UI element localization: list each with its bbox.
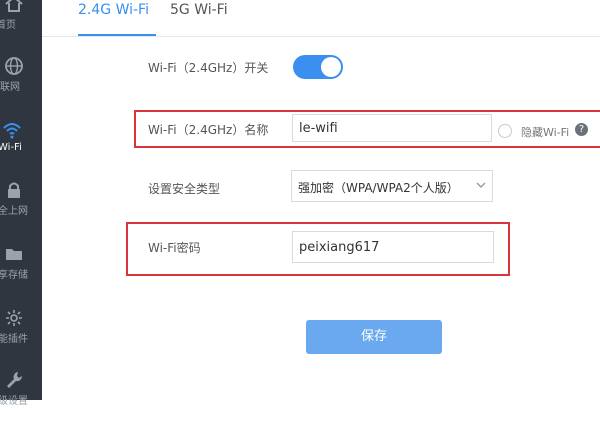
tab-bar: 2.4G Wi-Fi 5G Wi-Fi <box>42 0 600 37</box>
sidebar-item-label: 共享存储 <box>0 270 28 281</box>
security-type-label: 设置安全类型 <box>148 182 221 196</box>
wifi-switch-toggle[interactable] <box>293 55 343 79</box>
wifi-name-label: Wi-Fi（2.4GHz）名称 <box>148 123 269 137</box>
sidebar-item-internet[interactable]: 互联网 <box>0 48 42 108</box>
sidebar-item-label: 首页 <box>0 20 16 31</box>
sidebar-item-label: Wi-Fi <box>0 142 22 153</box>
wifi-password-label: Wi-Fi密码 <box>148 241 201 255</box>
sidebar-item-security[interactable]: 安全上网 <box>0 172 42 232</box>
tab-2g-wifi[interactable]: 2.4G Wi-Fi <box>78 2 149 18</box>
question-circle-icon[interactable]: ? <box>575 123 588 136</box>
folder-icon <box>6 249 22 260</box>
security-type-value: 强加密（WPA/WPA2个人版） <box>298 181 459 195</box>
active-tab-indicator <box>78 34 156 36</box>
hide-wifi-label: 隐藏Wi-Fi <box>521 126 570 139</box>
tab-5g-wifi[interactable]: 5G Wi-Fi <box>170 2 228 18</box>
sidebar-item-storage[interactable]: 共享存储 <box>0 236 42 296</box>
security-type-select[interactable]: 强加密（WPA/WPA2个人版） <box>291 170 493 202</box>
sidebar-item-wifi[interactable]: Wi-Fi <box>0 112 42 172</box>
save-button[interactable]: 保存 <box>306 320 442 354</box>
lock-icon <box>8 182 20 198</box>
globe-icon <box>5 57 23 75</box>
wifi-name-input[interactable] <box>292 114 492 142</box>
plugin-icon <box>6 310 22 326</box>
wifi-password-input[interactable] <box>292 231 494 263</box>
sidebar-item-label: 互联网 <box>0 82 20 93</box>
sidebar: 首页 互联网 Wi-Fi 安全上网 共享存储 <box>0 0 42 407</box>
wifi-icon <box>3 123 21 139</box>
wifi-switch-label: Wi-Fi（2.4GHz）开关 <box>148 61 269 75</box>
home-icon <box>5 0 23 12</box>
sidebar-item-label: 智能插件 <box>0 334 28 345</box>
sidebar-item-plugins[interactable]: 智能插件 <box>0 300 42 360</box>
hide-wifi-radio[interactable] <box>498 124 512 138</box>
toggle-knob <box>321 57 341 77</box>
chevron-down-icon <box>476 182 486 188</box>
sidebar-item-advanced[interactable]: 高级设置 <box>0 362 42 422</box>
main-panel: 2.4G Wi-Fi 5G Wi-Fi Wi-Fi（2.4GHz）开关 Wi-F… <box>42 0 600 400</box>
sidebar-item-home[interactable]: 首页 <box>0 0 42 46</box>
wrench-icon <box>7 372 23 388</box>
sidebar-item-label: 安全上网 <box>0 206 28 217</box>
